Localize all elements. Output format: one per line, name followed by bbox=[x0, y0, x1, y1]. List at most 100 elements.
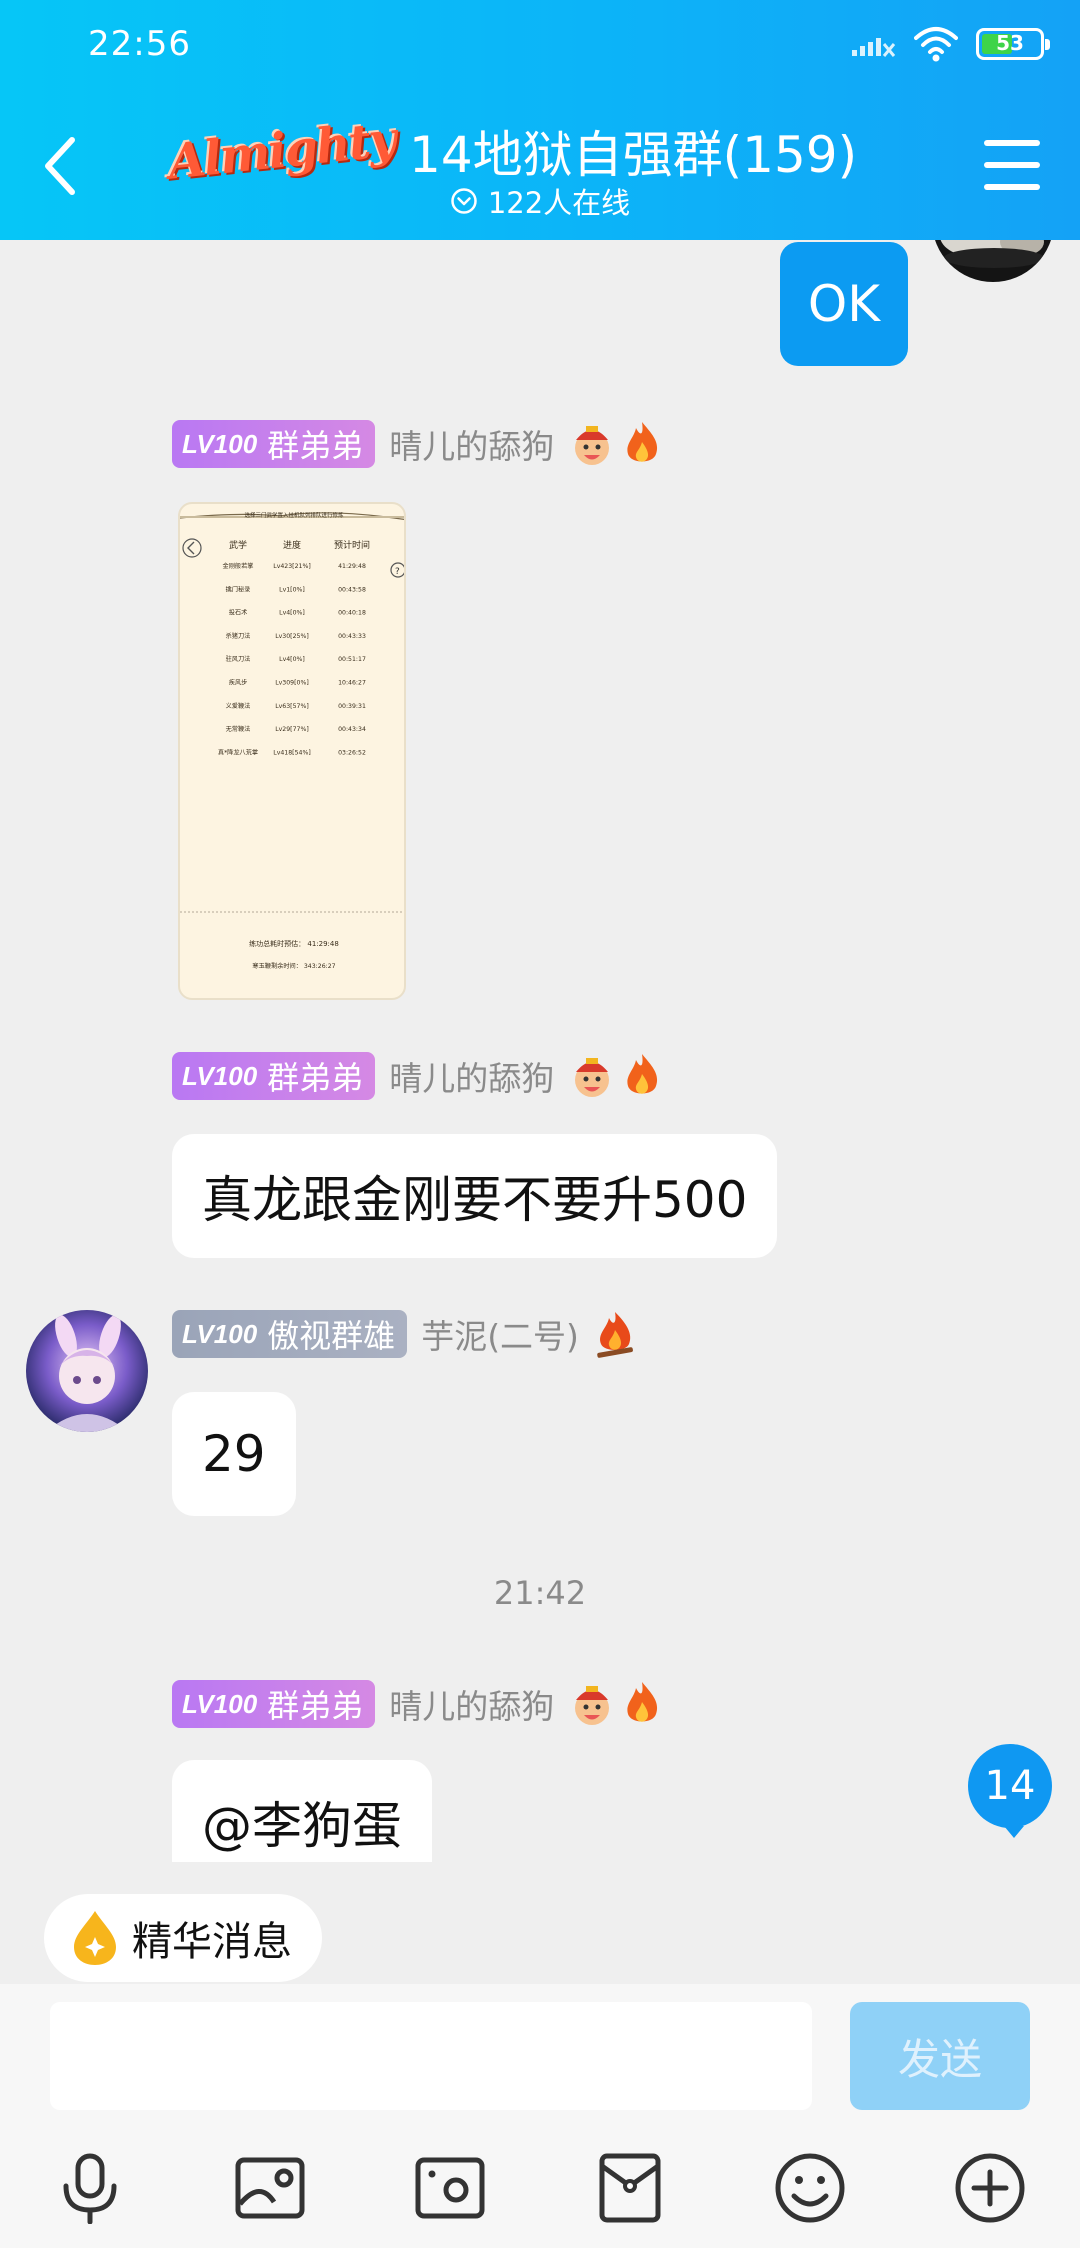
screenshot-cell: 41:29:48 bbox=[338, 563, 366, 570]
screenshot-header: 选择三门武学置入挂机队列排队进行修炼 bbox=[244, 511, 344, 519]
screenshot-cell: Lv30[25%] bbox=[275, 633, 309, 640]
microphone-icon bbox=[63, 2153, 117, 2224]
screenshot-cell: Lv1[0%] bbox=[279, 586, 305, 593]
screenshot-cell: 10:46:27 bbox=[338, 680, 366, 687]
screenshot-cell: 义爱鞭法 bbox=[226, 702, 251, 710]
menu-line bbox=[984, 162, 1040, 168]
picture-button[interactable] bbox=[226, 2144, 314, 2232]
member-title: 群弟弟 bbox=[267, 1059, 364, 1097]
title-row[interactable]: Almighty 14地狱自强群(159) bbox=[166, 111, 858, 190]
sender-name[interactable]: 晴儿的舔狗 bbox=[389, 1052, 554, 1100]
screenshot-cell: 疾风步 bbox=[229, 679, 248, 687]
battery-text: 53 bbox=[996, 31, 1024, 55]
level-badge: LV100 群弟弟 bbox=[172, 1680, 376, 1728]
fire-icon bbox=[622, 1680, 662, 1728]
screenshot-cell: 驻风刀法 bbox=[226, 655, 251, 663]
time-separator: 21:42 bbox=[493, 1574, 587, 1612]
menu-button[interactable] bbox=[984, 140, 1040, 190]
image-message[interactable]: ? 选择三门武学置入挂机队列排队进行修炼 武学 进度 预计时间 金刚般若掌 Lv423[2… bbox=[178, 502, 406, 1000]
self-avatar[interactable] bbox=[932, 240, 1054, 282]
chevron-circle-icon bbox=[451, 188, 477, 214]
send-button[interactable]: 发送 bbox=[850, 2002, 1030, 2110]
level-badge: LV100 傲视群雄 bbox=[172, 1310, 408, 1358]
fortune-god-icon bbox=[568, 1052, 616, 1100]
level-text: LV100 bbox=[182, 1688, 258, 1719]
emoji-icon bbox=[775, 2153, 845, 2223]
screenshot-cell: 00:43:33 bbox=[338, 633, 366, 640]
screenshot-cell: 金刚般若掌 bbox=[223, 562, 254, 570]
message-bubble[interactable]: 真龙跟金刚要不要升500 bbox=[172, 1134, 778, 1258]
camera-button[interactable] bbox=[406, 2144, 494, 2232]
essence-bar: 精华消息 bbox=[0, 1862, 1080, 1984]
sender-name[interactable]: 晴儿的舔狗 bbox=[389, 420, 554, 468]
status-icons: 53 bbox=[850, 24, 1050, 64]
screenshot-cell: Lv4[0%] bbox=[279, 656, 305, 663]
level-text: LV100 bbox=[182, 1060, 258, 1091]
more-button[interactable] bbox=[946, 2144, 1034, 2232]
member-title: 傲视群雄 bbox=[267, 1317, 396, 1355]
red-packet-button[interactable] bbox=[586, 2144, 674, 2232]
voice-button[interactable] bbox=[46, 2144, 134, 2232]
essence-drop-icon bbox=[74, 1911, 116, 1965]
screenshot-cell: Lv29[77%] bbox=[275, 726, 309, 733]
screenshot-cell: Lv423[21%] bbox=[273, 563, 311, 570]
sender-name[interactable]: 芋泥(二号) bbox=[421, 1310, 579, 1358]
plus-icon bbox=[955, 2153, 1025, 2223]
screenshot-cell: 00:39:31 bbox=[338, 703, 366, 710]
screenshot-cell: 03:26:52 bbox=[338, 749, 366, 756]
essence-label: 精华消息 bbox=[132, 1919, 292, 1965]
screenshot-cell: 杀猪刀法 bbox=[226, 632, 251, 640]
level-text: LV100 bbox=[182, 1318, 258, 1349]
screenshot-cell: 00:43:58 bbox=[338, 586, 366, 593]
screenshot-cell: 00:40:18 bbox=[338, 610, 366, 617]
member-title: 群弟弟 bbox=[267, 427, 364, 465]
screenshot-cell: Lv418[54%] bbox=[273, 749, 311, 756]
emoji-button[interactable] bbox=[766, 2144, 854, 2232]
chat-list[interactable]: OK LV100 群弟弟 晴儿的舔狗 ? 选择三门武学置入挂机队列排队进行修炼 … bbox=[0, 240, 1080, 1862]
online-status[interactable]: 122人在线 bbox=[0, 180, 1080, 222]
sender-meta: LV100 群弟弟 晴儿的舔狗 bbox=[172, 1052, 662, 1100]
sender-meta: LV100 傲视群雄 芋泥(二号) bbox=[172, 1310, 637, 1358]
screenshot-cell: 擒门秘录 bbox=[226, 585, 251, 593]
level-badge: LV100 群弟弟 bbox=[172, 420, 376, 468]
status-time: 22:56 bbox=[88, 24, 191, 64]
level-text: LV100 bbox=[182, 428, 258, 459]
menu-line bbox=[984, 140, 1040, 146]
unread-count-badge[interactable]: 14 bbox=[968, 1744, 1052, 1838]
message-input[interactable] bbox=[50, 2002, 812, 2110]
input-bar: 发送 bbox=[0, 1984, 1080, 2248]
back-circle-icon bbox=[182, 538, 202, 558]
screenshot-column-header: 进度 bbox=[283, 539, 301, 551]
online-count: 122人在线 bbox=[487, 186, 631, 220]
sender-name[interactable]: 晴儿的舔狗 bbox=[389, 1680, 554, 1728]
avatar-image bbox=[26, 1310, 148, 1432]
screenshot-cell: 00:51:17 bbox=[338, 656, 366, 663]
screenshot-column-header: 武学 bbox=[229, 539, 247, 551]
game-screenshot: ? 选择三门武学置入挂机队列排队进行修炼武学 进度 预计时间金刚般若掌 Lv423[2… bbox=[180, 511, 404, 970]
screenshot-cell: 投石术 bbox=[229, 609, 248, 617]
signal-icon bbox=[852, 38, 896, 57]
essence-button[interactable]: 精华消息 bbox=[44, 1894, 322, 1982]
red-packet-icon bbox=[599, 2153, 661, 2223]
screenshot-cell: 无常鞭法 bbox=[226, 725, 251, 733]
screenshot-cell: Lv4[0%] bbox=[279, 610, 305, 617]
battery-icon: 53 bbox=[976, 28, 1050, 60]
screenshot-column-header: 预计时间 bbox=[334, 539, 370, 551]
fire-icon bbox=[622, 420, 662, 468]
screenshot-total: 练功总耗时预估： 41:29:48 bbox=[249, 939, 339, 948]
message-bubble-self[interactable]: OK bbox=[780, 242, 908, 366]
chat-header: 22:56 53 Almighty 14地狱自强群(159) 122人在线 bbox=[0, 0, 1080, 240]
sender-meta: LV100 群弟弟 晴儿的舔狗 bbox=[172, 420, 662, 468]
sender-avatar[interactable] bbox=[26, 1310, 148, 1432]
message-bubble[interactable]: @李狗蛋 bbox=[172, 1760, 432, 1862]
input-toolbar bbox=[0, 2144, 1080, 2232]
group-title: 14地狱自强群(159) bbox=[409, 126, 858, 184]
fire-icon bbox=[622, 1052, 662, 1100]
screenshot-cell: Lv63[57%] bbox=[275, 703, 309, 710]
member-title: 群弟弟 bbox=[267, 1687, 364, 1725]
group-logo: Almighty bbox=[165, 111, 398, 191]
fortune-god-icon bbox=[568, 1680, 616, 1728]
message-bubble[interactable]: 29 bbox=[172, 1392, 296, 1516]
wifi-icon bbox=[914, 27, 958, 62]
screenshot-remaining: 寒玉鞭剩余时间： 343:26:27 bbox=[252, 962, 335, 970]
